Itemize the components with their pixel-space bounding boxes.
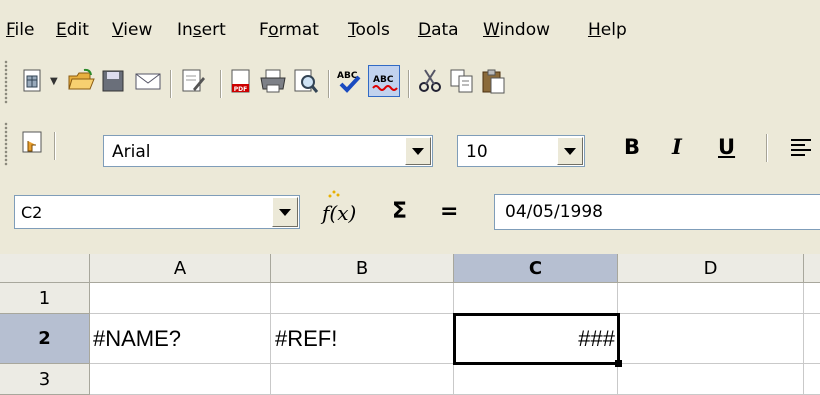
cell-b1[interactable]: [271, 283, 454, 314]
menu-data[interactable]: Data: [418, 19, 459, 41]
menu-view[interactable]: View: [112, 19, 152, 41]
export-pdf-icon[interactable]: PDF: [226, 66, 256, 96]
row-header-2[interactable]: 2: [0, 314, 90, 364]
cell-e3[interactable]: [804, 364, 820, 395]
menu-window[interactable]: Window: [483, 19, 550, 41]
toolbar-separator: [328, 70, 330, 98]
toolbar-separator: [408, 70, 410, 98]
function-wizard-label: f(x): [322, 201, 357, 225]
menu-format[interactable]: Format: [259, 19, 319, 41]
standard-toolbar: ▼ PDF ABC ABC: [0, 52, 820, 114]
cell-a2[interactable]: #NAME?: [90, 314, 271, 364]
edit-file-icon[interactable]: [178, 66, 208, 96]
spellcheck-icon[interactable]: ABC: [334, 66, 364, 96]
font-name-value: Arial: [112, 142, 151, 162]
select-all-corner[interactable]: [0, 254, 90, 283]
menu-help[interactable]: Help: [588, 19, 627, 41]
cell-b2[interactable]: #REF!: [271, 314, 454, 364]
toolbar-grip[interactable]: [4, 60, 8, 104]
svg-text:ABC: ABC: [373, 75, 394, 85]
row-header-3[interactable]: 3: [0, 364, 90, 395]
font-name-dropdown-button[interactable]: [405, 137, 431, 165]
underline-button[interactable]: U: [718, 135, 735, 159]
formula-input-value: 04/05/1998: [505, 202, 603, 222]
new-dropdown-arrow-icon[interactable]: ▼: [50, 76, 58, 87]
cell-b3[interactable]: [271, 364, 454, 395]
name-box-value: C2: [21, 203, 43, 222]
function-wizard-icon[interactable]: f(x): [322, 190, 357, 226]
auto-spellcheck-icon[interactable]: ABC: [368, 65, 400, 97]
svg-text:PDF: PDF: [234, 86, 247, 93]
cut-icon[interactable]: [415, 66, 445, 96]
save-icon[interactable]: [98, 66, 128, 96]
cell-d1[interactable]: [618, 283, 804, 314]
page-preview-icon[interactable]: [290, 66, 320, 96]
cell-d3[interactable]: [618, 364, 804, 395]
column-header-c[interactable]: C: [454, 254, 618, 283]
bold-button[interactable]: B: [624, 135, 640, 159]
menu-tools[interactable]: Tools: [348, 19, 390, 41]
font-size-combo[interactable]: 10: [457, 135, 585, 167]
cell-c3[interactable]: [454, 364, 618, 395]
row-header-1[interactable]: 1: [0, 283, 90, 314]
email-icon[interactable]: [133, 66, 163, 96]
italic-button[interactable]: I: [672, 135, 682, 159]
cell-a1[interactable]: [90, 283, 271, 314]
toolbar-separator: [54, 132, 56, 160]
chevron-down-icon: [279, 208, 291, 216]
toolbar-separator: [170, 70, 172, 98]
toolbar-grip[interactable]: [4, 122, 8, 166]
toolbar-separator: [766, 134, 768, 162]
function-button[interactable]: =: [440, 199, 458, 225]
formula-input[interactable]: 04/05/1998: [494, 194, 820, 230]
cell-c2[interactable]: ###: [454, 314, 618, 364]
copy-icon[interactable]: [447, 66, 477, 96]
name-box-dropdown-button[interactable]: [272, 197, 298, 227]
styles-formatting-icon[interactable]: [18, 128, 48, 158]
spreadsheet-grid: A B C D 1 2 3 #NAME? #REF! ###: [0, 254, 820, 395]
font-size-value: 10: [466, 142, 488, 162]
open-folder-icon[interactable]: [66, 66, 96, 96]
cell-a3[interactable]: [90, 364, 271, 395]
name-box[interactable]: C2: [14, 195, 300, 229]
align-left-icon[interactable]: [786, 132, 816, 162]
menu-bar: File Edit View Insert Format Tools Data …: [0, 0, 820, 52]
column-header-b[interactable]: B: [271, 254, 454, 283]
cell-e1[interactable]: [804, 283, 820, 314]
new-document-icon[interactable]: [18, 66, 48, 96]
font-name-combo[interactable]: Arial: [103, 135, 433, 167]
print-icon[interactable]: [258, 66, 288, 96]
paste-icon[interactable]: [479, 66, 509, 96]
toolbar-separator: [220, 70, 222, 98]
chevron-down-icon: [412, 147, 424, 155]
menu-edit[interactable]: Edit: [56, 19, 89, 41]
cell-d2[interactable]: [618, 314, 804, 364]
column-header-d[interactable]: D: [618, 254, 804, 283]
fill-handle[interactable]: [615, 360, 622, 367]
column-header-e[interactable]: [804, 254, 820, 283]
cell-c1[interactable]: [454, 283, 618, 314]
font-size-dropdown-button[interactable]: [557, 137, 583, 165]
column-header-a[interactable]: A: [90, 254, 271, 283]
sum-button[interactable]: Σ: [392, 199, 407, 225]
menu-insert[interactable]: Insert: [177, 19, 226, 41]
formula-bar: C2 f(x) Σ = 04/05/1998: [0, 172, 820, 254]
cell-e2[interactable]: [804, 314, 820, 364]
chevron-down-icon: [564, 147, 576, 155]
menu-file[interactable]: File: [6, 19, 34, 41]
